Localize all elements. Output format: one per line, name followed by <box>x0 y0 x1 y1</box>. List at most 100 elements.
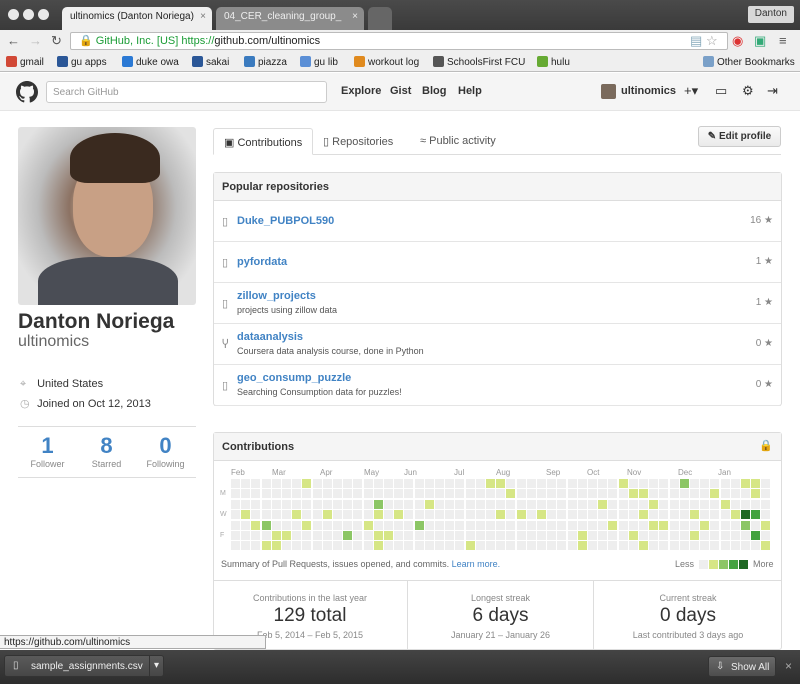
calendar-day[interactable] <box>526 520 536 530</box>
calendar-day[interactable] <box>373 479 383 488</box>
calendar-day[interactable] <box>414 499 424 509</box>
calendar-day[interactable] <box>700 510 710 520</box>
calendar-day[interactable] <box>394 520 404 530</box>
calendar-day[interactable] <box>679 541 689 551</box>
calendar-day[interactable] <box>669 489 679 499</box>
calendar-day[interactable] <box>496 541 506 551</box>
calendar-day[interactable] <box>475 489 485 499</box>
calendar-day[interactable] <box>537 531 546 540</box>
calendar-day[interactable] <box>618 510 628 520</box>
repo-item[interactable]: ▯ zillow_projects projects using zillow da… <box>214 283 781 324</box>
new-tab-button[interactable] <box>368 7 392 30</box>
calendar-day[interactable] <box>557 541 567 551</box>
calendar-day[interactable] <box>384 479 393 488</box>
calendar-day[interactable] <box>710 499 720 509</box>
calendar-day[interactable] <box>455 541 465 551</box>
calendar-day[interactable] <box>404 479 414 488</box>
calendar-day[interactable] <box>557 531 567 540</box>
calendar-day[interactable] <box>404 531 414 540</box>
calendar-day[interactable] <box>333 541 342 551</box>
calendar-day[interactable] <box>598 531 608 540</box>
calendar-day[interactable] <box>414 531 424 540</box>
calendar-day[interactable] <box>639 489 648 499</box>
calendar-day[interactable] <box>679 479 689 488</box>
calendar-day[interactable] <box>649 541 659 551</box>
calendar-day[interactable] <box>741 531 750 540</box>
calendar-day[interactable] <box>312 510 322 520</box>
calendar-day[interactable] <box>761 489 771 499</box>
nav-explore[interactable]: Explore <box>341 85 381 97</box>
zoom-window-button[interactable] <box>38 9 49 20</box>
calendar-day[interactable] <box>322 489 332 499</box>
calendar-day[interactable] <box>404 520 414 530</box>
calendar-day[interactable] <box>700 489 710 499</box>
calendar-day[interactable] <box>761 510 771 520</box>
calendar-day[interactable] <box>384 499 393 509</box>
repo-name-link[interactable]: Duke_PUBPOL590 <box>237 215 334 227</box>
calendar-day[interactable] <box>506 531 516 540</box>
calendar-day[interactable] <box>557 499 567 509</box>
calendar-day[interactable] <box>649 479 659 488</box>
calendar-day[interactable] <box>730 531 740 540</box>
calendar-day[interactable] <box>730 520 740 530</box>
repo-name-link[interactable]: dataanalysis <box>237 331 303 343</box>
calendar-day[interactable] <box>516 510 526 520</box>
calendar-day[interactable] <box>547 510 557 520</box>
calendar-day[interactable] <box>261 510 271 520</box>
calendar-day[interactable] <box>669 520 679 530</box>
calendar-day[interactable] <box>628 489 638 499</box>
calendar-day[interactable] <box>373 499 383 509</box>
calendar-day[interactable] <box>353 489 363 499</box>
calendar-day[interactable] <box>282 499 291 509</box>
calendar-day[interactable] <box>435 499 444 509</box>
calendar-day[interactable] <box>506 499 516 509</box>
calendar-day[interactable] <box>547 531 557 540</box>
calendar-day[interactable] <box>557 479 567 488</box>
calendar-day[interactable] <box>720 489 730 499</box>
calendar-day[interactable] <box>496 520 506 530</box>
calendar-day[interactable] <box>373 541 383 551</box>
github-logo-icon[interactable] <box>16 81 38 103</box>
calendar-day[interactable] <box>424 479 434 488</box>
calendar-day[interactable] <box>761 541 771 551</box>
calendar-day[interactable] <box>282 489 291 499</box>
calendar-day[interactable] <box>241 541 251 551</box>
calendar-day[interactable] <box>679 520 689 530</box>
calendar-day[interactable] <box>628 510 638 520</box>
calendar-day[interactable] <box>618 489 628 499</box>
calendar-day[interactable] <box>557 489 567 499</box>
calendar-day[interactable] <box>373 520 383 530</box>
calendar-day[interactable] <box>628 479 638 488</box>
calendar-day[interactable] <box>261 499 271 509</box>
calendar-day[interactable] <box>343 531 353 540</box>
calendar-day[interactable] <box>516 541 526 551</box>
calendar-day[interactable] <box>394 489 404 499</box>
calendar-day[interactable] <box>669 510 679 520</box>
calendar-day[interactable] <box>567 499 577 509</box>
calendar-day[interactable] <box>343 489 353 499</box>
edit-profile-button[interactable]: ✎ Edit profile <box>698 126 781 147</box>
avatar[interactable] <box>601 84 616 99</box>
calendar-day[interactable] <box>353 479 363 488</box>
calendar-day[interactable] <box>455 510 465 520</box>
calendar-day[interactable] <box>435 479 444 488</box>
header-username[interactable]: ultinomics <box>621 85 676 97</box>
calendar-day[interactable] <box>741 499 750 509</box>
calendar-day[interactable] <box>251 531 261 540</box>
calendar-day[interactable] <box>679 510 689 520</box>
calendar-day[interactable] <box>292 479 302 488</box>
calendar-day[interactable] <box>669 479 679 488</box>
calendar-day[interactable] <box>741 479 750 488</box>
calendar-day[interactable] <box>720 520 730 530</box>
calendar-day[interactable] <box>690 510 699 520</box>
calendar-day[interactable] <box>292 499 302 509</box>
menu-icon[interactable]: ≡ <box>779 33 787 48</box>
browser-tab-github[interactable]: ultinomics (Danton Noriega) × <box>62 7 212 30</box>
calendar-day[interactable] <box>333 520 342 530</box>
calendar-day[interactable] <box>506 510 516 520</box>
calendar-day[interactable] <box>588 510 597 520</box>
calendar-day[interactable] <box>475 531 485 540</box>
calendar-day[interactable] <box>455 520 465 530</box>
calendar-day[interactable] <box>353 531 363 540</box>
calendar-day[interactable] <box>251 510 261 520</box>
